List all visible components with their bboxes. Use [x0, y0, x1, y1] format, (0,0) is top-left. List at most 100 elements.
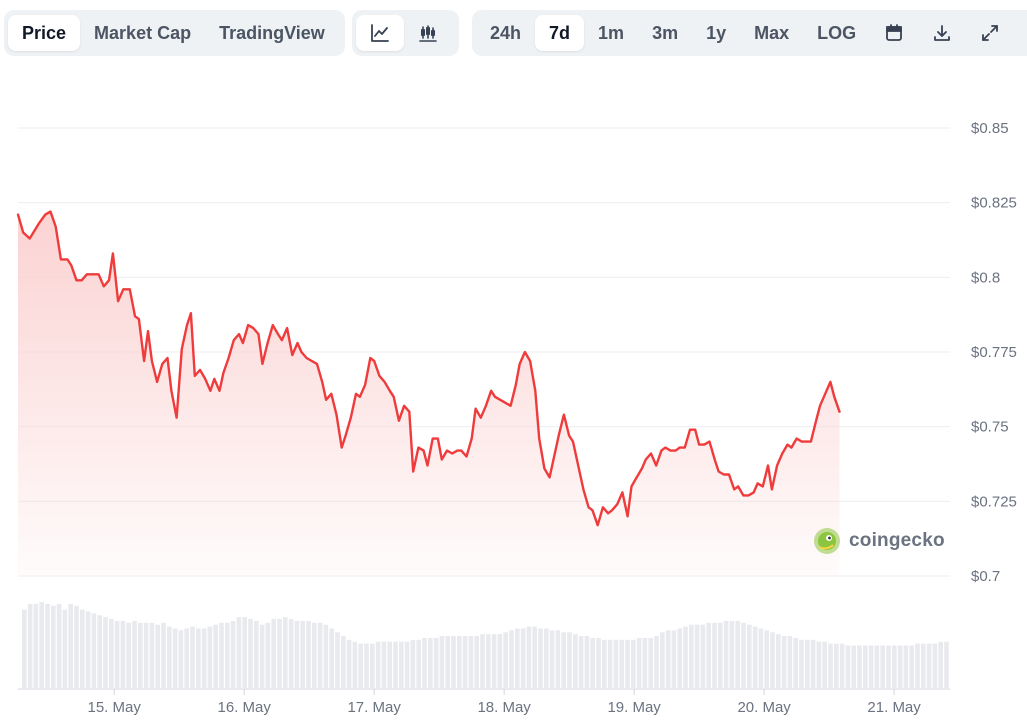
volume-bars [22, 601, 949, 689]
volume-bar [97, 615, 102, 689]
x-tick-label: 19. May [607, 699, 661, 716]
volume-bar [909, 645, 914, 689]
volume-bar [573, 634, 578, 689]
volume-bar [810, 639, 816, 689]
volume-bar [903, 645, 909, 689]
volume-bar [457, 636, 462, 689]
volume-bar [201, 628, 207, 689]
volume-bar [22, 609, 27, 689]
volume-bar [132, 620, 137, 689]
volume-bar [723, 620, 729, 689]
volume-bar [236, 617, 242, 689]
volume-bar [428, 637, 433, 689]
volume-bar [613, 639, 619, 689]
volume-bar [747, 624, 752, 689]
volume-bar [874, 645, 880, 689]
volume-bar [306, 620, 311, 689]
volume-bar [422, 637, 427, 689]
x-tick-label: 17. May [347, 699, 401, 716]
volume-bar [213, 624, 218, 689]
volume-bar [329, 628, 334, 689]
volume-bar [190, 626, 195, 689]
volume-bar [515, 628, 520, 689]
volume-bar [631, 639, 636, 689]
volume-bar [172, 628, 178, 689]
volume-bar [845, 645, 851, 689]
volume-bar [880, 645, 885, 689]
volume-bar [375, 641, 381, 689]
volume-bar [578, 636, 584, 689]
volume-bar [230, 620, 236, 689]
volume-bar [155, 624, 160, 689]
volume-bar [787, 636, 793, 689]
volume-bar [474, 636, 479, 689]
volume-bar [822, 641, 827, 689]
volume-bar [636, 637, 642, 689]
volume-bar [335, 632, 340, 689]
volume-bar [277, 619, 282, 689]
volume-bar [851, 645, 856, 689]
x-tick-label: 18. May [477, 699, 531, 716]
volume-bar [68, 603, 73, 689]
volume-bar [167, 626, 172, 689]
volume-bar [80, 609, 85, 689]
volume-bar [283, 617, 288, 689]
volume-bar [196, 628, 201, 689]
volume-bar [665, 630, 671, 689]
volume-bar [793, 637, 798, 689]
volume-bar [120, 620, 126, 689]
volume-bar [288, 619, 294, 689]
volume-bar [109, 619, 114, 689]
volume-bar [602, 639, 607, 689]
volume-bar [625, 639, 630, 689]
volume-bar [596, 637, 601, 689]
volume-bar [886, 645, 891, 689]
volume-bar [126, 622, 131, 689]
volume-bar [706, 622, 711, 689]
volume-bar [694, 624, 700, 689]
volume-bar [56, 603, 62, 689]
volume-bar [677, 628, 682, 689]
volume-bar [549, 630, 555, 689]
volume-bar [45, 603, 50, 689]
volume-bar [300, 620, 305, 689]
volume-bar [149, 622, 155, 689]
volume-bar [497, 634, 503, 689]
volume-bar [538, 628, 543, 689]
volume-bar [567, 632, 572, 689]
volume-bar [184, 628, 189, 689]
volume-bar [219, 622, 224, 689]
price-area [18, 211, 840, 576]
y-tick-label: $0.7 [971, 568, 1000, 585]
volume-bar [921, 643, 926, 689]
volume-bar [433, 637, 439, 689]
volume-bar [138, 622, 143, 689]
volume-bar [660, 632, 665, 689]
volume-bar [509, 630, 514, 689]
gecko-logo-icon [814, 528, 840, 554]
volume-bar [410, 639, 416, 689]
volume-bar [741, 622, 746, 689]
volume-bar [486, 634, 491, 689]
volume-bar [352, 641, 358, 689]
volume-bar [758, 628, 764, 689]
volume-bar [265, 622, 271, 689]
volume-bar [868, 645, 874, 689]
volume-bar [399, 641, 404, 689]
volume-bar [834, 643, 839, 689]
y-tick-label: $0.8 [971, 269, 1000, 286]
volume-bar [932, 643, 938, 689]
volume-bar [294, 620, 300, 689]
volume-bar [74, 605, 79, 689]
x-tick-label: 20. May [737, 699, 791, 716]
volume-bar [926, 643, 932, 689]
volume-bar [770, 632, 775, 689]
volume-bar [781, 636, 787, 689]
volume-bar [254, 620, 259, 689]
price-chart: $0.7 $0.725 $0.75 $0.775 $0.8 $0.825 $0.85 15.… [16, 120, 1017, 716]
volume-bar [312, 622, 317, 689]
volume-bar [62, 609, 68, 689]
volume-bar [317, 622, 323, 689]
volume-bar [544, 628, 549, 689]
volume-bar [944, 641, 949, 689]
